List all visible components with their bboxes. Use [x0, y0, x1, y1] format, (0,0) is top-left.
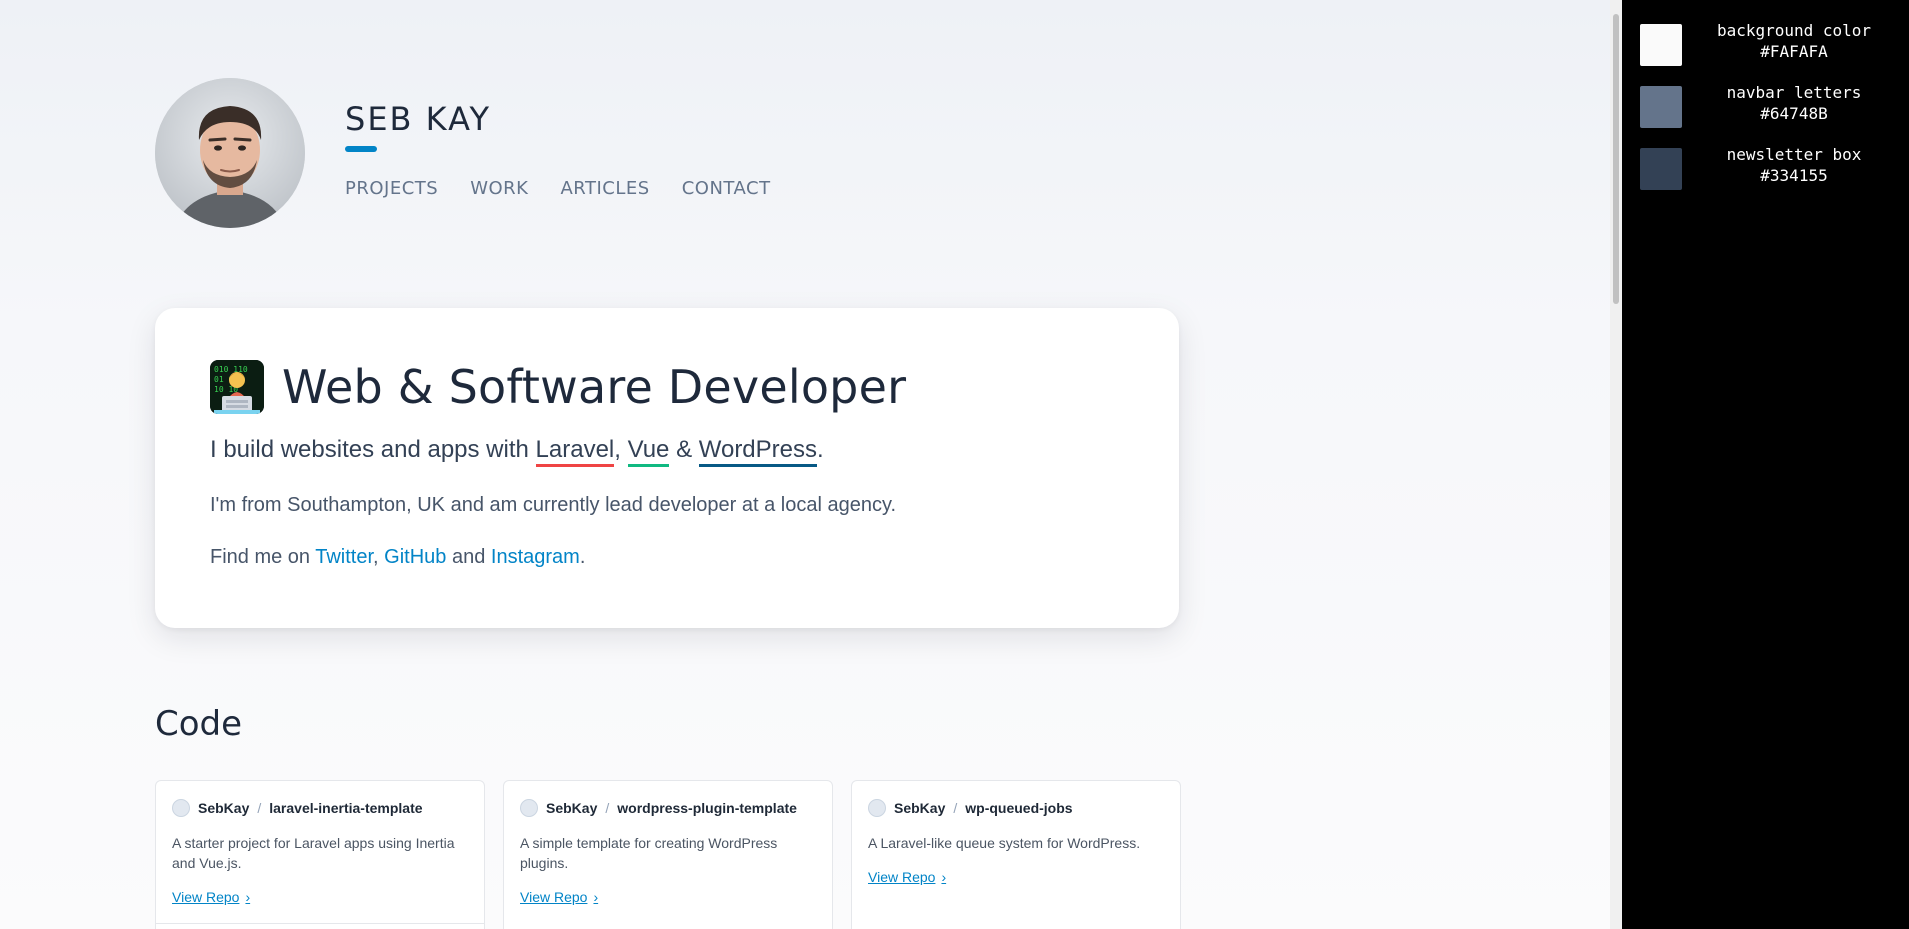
chevron-right-icon: ›: [593, 889, 599, 905]
portfolio-page: SEB KAY PROJECTS WORK ARTICLES CONTACT 0…: [0, 0, 1622, 929]
tech-wordpress: WordPress: [698, 436, 818, 467]
swatch-label: newsletter box #334155: [1694, 144, 1894, 186]
social-separator-and: and: [446, 546, 491, 568]
repo-name[interactable]: laravel-inertia-template: [269, 800, 422, 816]
link-twitter[interactable]: Twitter: [315, 546, 373, 568]
site-title[interactable]: SEB KAY: [345, 100, 491, 138]
code-section-title: Code: [155, 704, 243, 744]
repo-owner[interactable]: SebKay: [894, 800, 945, 816]
nav-articles[interactable]: ARTICLES: [560, 178, 649, 199]
profile-photo-icon: [155, 78, 305, 228]
tech-laravel: Laravel: [535, 436, 615, 467]
swatch-color-box: [1640, 24, 1682, 66]
repo-description: A Laravel-like queue system for WordPres…: [868, 835, 1141, 851]
intro-tech-suffix: .: [817, 436, 824, 463]
swatch-hex: #334155: [1760, 166, 1828, 185]
tech-vue: Vue: [627, 436, 670, 467]
view-repo-label: View Repo: [868, 869, 936, 885]
link-instagram[interactable]: Instagram: [491, 546, 580, 568]
repo-header: SebKay / wp-queued-jobs: [868, 799, 1073, 817]
main-nav: PROJECTS WORK ARTICLES CONTACT: [345, 178, 771, 199]
repo-avatar-icon: [172, 799, 190, 817]
swatch-name: background color: [1716, 21, 1872, 40]
view-repo-label: View Repo: [172, 889, 240, 905]
social-prefix: Find me on: [210, 546, 316, 568]
page-scrollbar[interactable]: [1610, 0, 1622, 929]
view-repo-link[interactable]: View Repo ›: [868, 869, 946, 885]
intro-tech-prefix: I build websites and apps with: [210, 436, 536, 463]
intro-title: Web & Software Developer: [282, 360, 907, 414]
repo-footer-divider: [156, 923, 484, 924]
swatch-label: background color #FAFAFA: [1694, 20, 1894, 62]
intro-tech-line: I build websites and apps with Laravel, …: [210, 436, 824, 467]
tech-separator-amp: &: [669, 436, 699, 463]
view-repo-link[interactable]: View Repo ›: [520, 889, 598, 905]
repo-slash: /: [953, 800, 958, 816]
swatch-name: navbar letters: [1726, 83, 1862, 102]
intro-card: 010 110 01 01 10 10 Web & Software Devel…: [155, 308, 1179, 628]
nav-contact[interactable]: CONTACT: [682, 178, 771, 199]
svg-text:010 110: 010 110: [214, 365, 248, 374]
link-github[interactable]: GitHub: [384, 546, 446, 568]
repo-card[interactable]: SebKay / wp-queued-jobs A Laravel-like q…: [851, 780, 1181, 929]
view-repo-label: View Repo: [520, 889, 588, 905]
swatch-hex: #FAFAFA: [1760, 42, 1828, 61]
scrollbar-thumb[interactable]: [1613, 14, 1619, 304]
palette-swatch-navbar: navbar letters #64748B: [1640, 82, 1900, 132]
swatch-hex: #64748B: [1760, 104, 1828, 123]
repo-slash: /: [257, 800, 262, 816]
swatch-color-box: [1640, 86, 1682, 128]
color-palette-panel: background color #FAFAFA navbar letters …: [1622, 0, 1909, 929]
intro-social-line: Find me on Twitter, GitHub and Instagram…: [210, 546, 585, 569]
repo-slash: /: [605, 800, 610, 816]
nav-work[interactable]: WORK: [470, 178, 528, 199]
repo-avatar-icon: [520, 799, 538, 817]
avatar: [155, 78, 305, 228]
repo-header: SebKay / laravel-inertia-template: [172, 799, 423, 817]
repo-header: SebKay / wordpress-plugin-template: [520, 799, 797, 817]
view-repo-link[interactable]: View Repo ›: [172, 889, 250, 905]
repo-owner[interactable]: SebKay: [198, 800, 249, 816]
repo-name[interactable]: wp-queued-jobs: [965, 800, 1072, 816]
technologist-emoji-icon: 010 110 01 01 10 10: [210, 360, 264, 414]
repo-avatar-icon: [868, 799, 886, 817]
repo-name[interactable]: wordpress-plugin-template: [617, 800, 797, 816]
social-separator-comma: ,: [373, 546, 385, 568]
intro-heading: 010 110 01 01 10 10 Web & Software Devel…: [210, 360, 906, 414]
title-accent-bar: [345, 146, 377, 152]
nav-projects[interactable]: PROJECTS: [345, 178, 438, 199]
palette-swatch-background: background color #FAFAFA: [1640, 20, 1900, 70]
swatch-color-box: [1640, 148, 1682, 190]
chevron-right-icon: ›: [245, 889, 251, 905]
repo-card[interactable]: SebKay / laravel-inertia-template A star…: [155, 780, 485, 929]
repo-description: A starter project for Laravel apps using…: [172, 835, 455, 871]
palette-swatch-newsletter: newsletter box #334155: [1640, 144, 1900, 194]
swatch-label: navbar letters #64748B: [1694, 82, 1894, 124]
social-suffix: .: [579, 546, 586, 568]
repo-card[interactable]: SebKay / wordpress-plugin-template A sim…: [503, 780, 833, 929]
repo-description: A simple template for creating WordPress…: [520, 835, 778, 871]
chevron-right-icon: ›: [941, 869, 947, 885]
swatch-name: newsletter box: [1726, 145, 1862, 164]
intro-location-line: I'm from Southampton, UK and am currentl…: [210, 494, 897, 516]
tech-separator-comma: ,: [614, 436, 628, 463]
repo-owner[interactable]: SebKay: [546, 800, 597, 816]
